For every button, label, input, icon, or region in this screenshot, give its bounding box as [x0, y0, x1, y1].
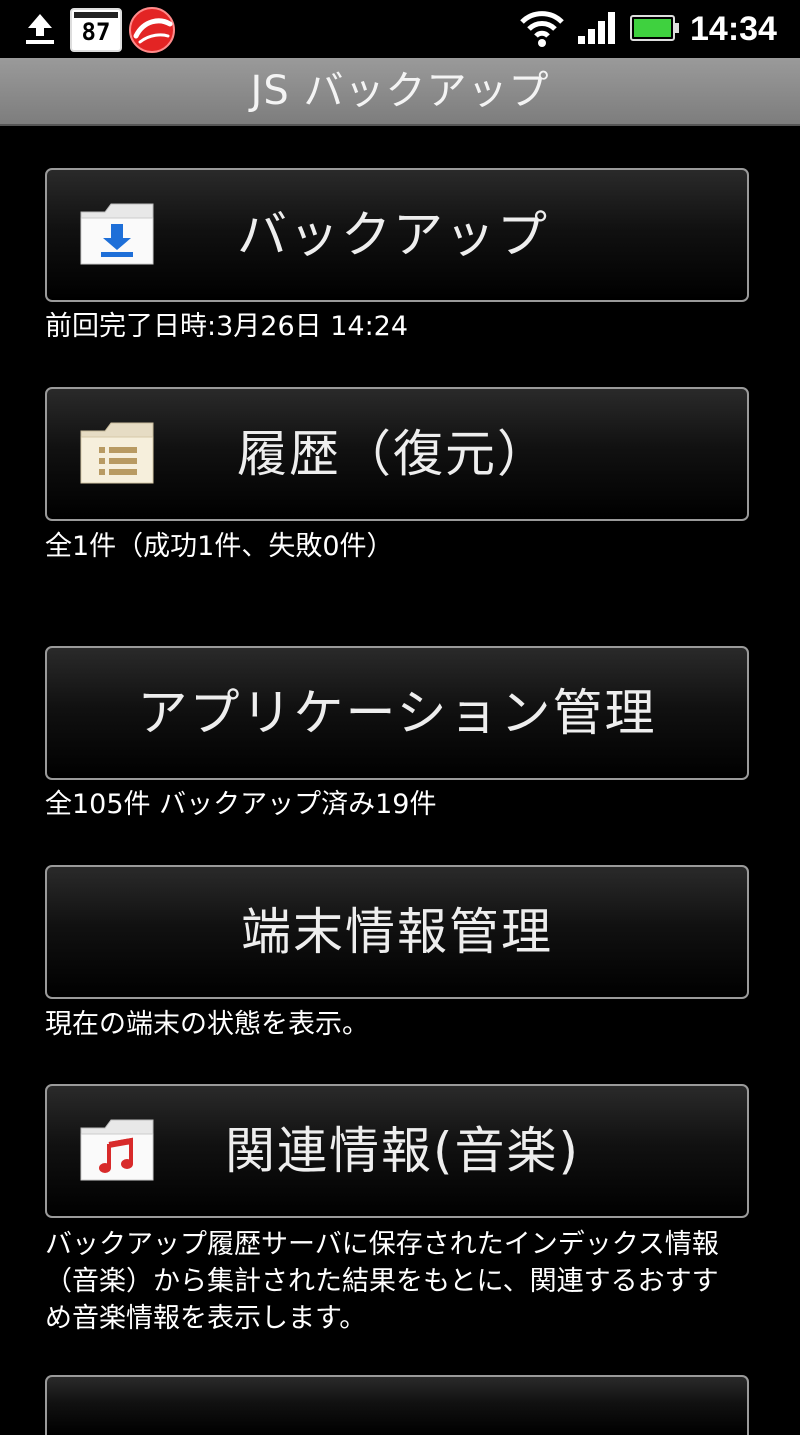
- device-info-button[interactable]: 端末情報管理: [45, 865, 749, 999]
- device-info-label: 端末情報管理: [241, 903, 553, 961]
- backup-description: 前回完了日時:3月26日 14:24: [45, 311, 409, 342]
- app-management-description: 全105件 バックアップ済み19件: [45, 789, 437, 820]
- history-folder-icon: [80, 422, 154, 484]
- device-info-description: 現在の端末の状態を表示。: [45, 1009, 369, 1040]
- related-music-label: 関連情報(音楽): [225, 1122, 581, 1180]
- app-management-label: アプリケーション管理: [137, 684, 657, 742]
- history-restore-description: 全1件（成功1件、失敗0件）: [45, 531, 394, 562]
- trend-micro-icon: [129, 7, 175, 53]
- title-bar: JS バックアップ: [0, 58, 800, 126]
- signal-icon: [578, 12, 615, 44]
- clock: 14:34: [690, 10, 777, 48]
- backup-label: バックアップ: [237, 206, 549, 264]
- battery-icon: [630, 15, 679, 41]
- status-bar: 87 14:34: [0, 0, 800, 58]
- next-menu-button[interactable]: [45, 1375, 749, 1435]
- history-restore-label: 履歴（復元）: [237, 425, 549, 483]
- wifi-icon: [520, 11, 564, 47]
- app-management-button[interactable]: アプリケーション管理: [45, 646, 749, 780]
- download-folder-icon: [80, 203, 154, 265]
- calendar-icon: 87: [70, 8, 122, 52]
- music-folder-icon: [80, 1119, 154, 1181]
- backup-button[interactable]: バックアップ: [45, 168, 749, 302]
- related-music-description: バックアップ履歴サーバに保存されたインデックス情報（音楽）から集計された結果をも…: [45, 1229, 719, 1334]
- upload-icon: [26, 14, 54, 44]
- related-music-button[interactable]: 関連情報(音楽): [45, 1084, 749, 1218]
- app-title: JS バックアップ: [250, 68, 550, 114]
- calendar-day: 87: [81, 18, 111, 46]
- history-restore-button[interactable]: 履歴（復元）: [45, 387, 749, 521]
